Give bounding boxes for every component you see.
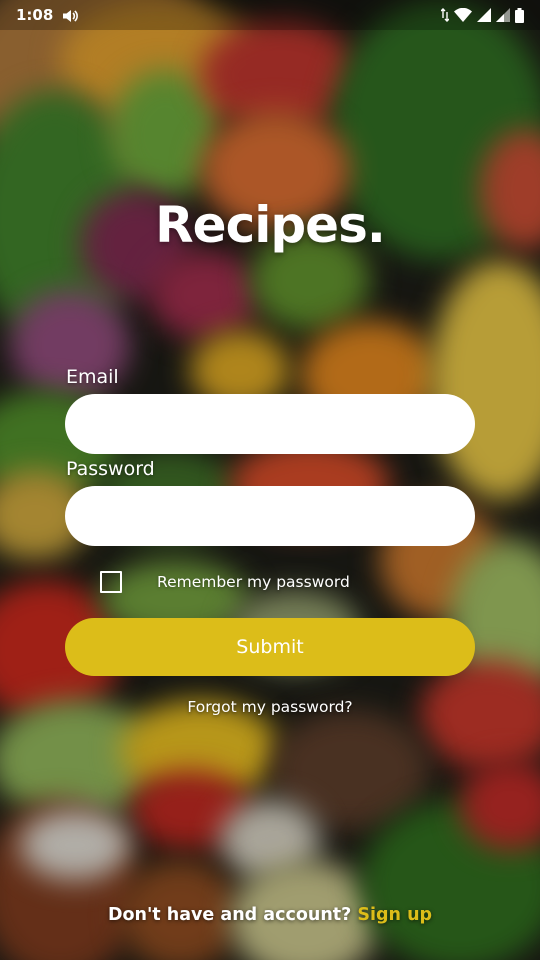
signup-prompt: Don't have and account? (107, 905, 358, 925)
signup-link[interactable]: Sign up (357, 905, 432, 925)
app-title: Recipes. (155, 196, 386, 254)
remember-checkbox[interactable] (100, 571, 122, 593)
remember-label[interactable]: Remember my password (157, 573, 350, 591)
battery-icon (515, 7, 524, 23)
remember-row: Remember my password (100, 571, 480, 595)
password-label: Password (66, 458, 155, 480)
signal-icon (477, 8, 491, 22)
wifi-icon (454, 8, 472, 22)
submit-button[interactable]: Submit (65, 618, 475, 676)
status-bar: 1:08 (0, 0, 540, 30)
background-photo (0, 0, 540, 960)
volume-icon (62, 8, 78, 22)
forgot-password-link[interactable]: Forgot my password? (0, 698, 540, 716)
signup-row: Don't have and account? Sign up (0, 905, 540, 925)
data-arrows-icon (441, 8, 449, 22)
password-field[interactable] (65, 486, 475, 546)
signal-icon (496, 8, 510, 22)
email-field[interactable] (65, 394, 475, 454)
email-label: Email (66, 366, 119, 388)
status-time: 1:08 (16, 6, 54, 24)
